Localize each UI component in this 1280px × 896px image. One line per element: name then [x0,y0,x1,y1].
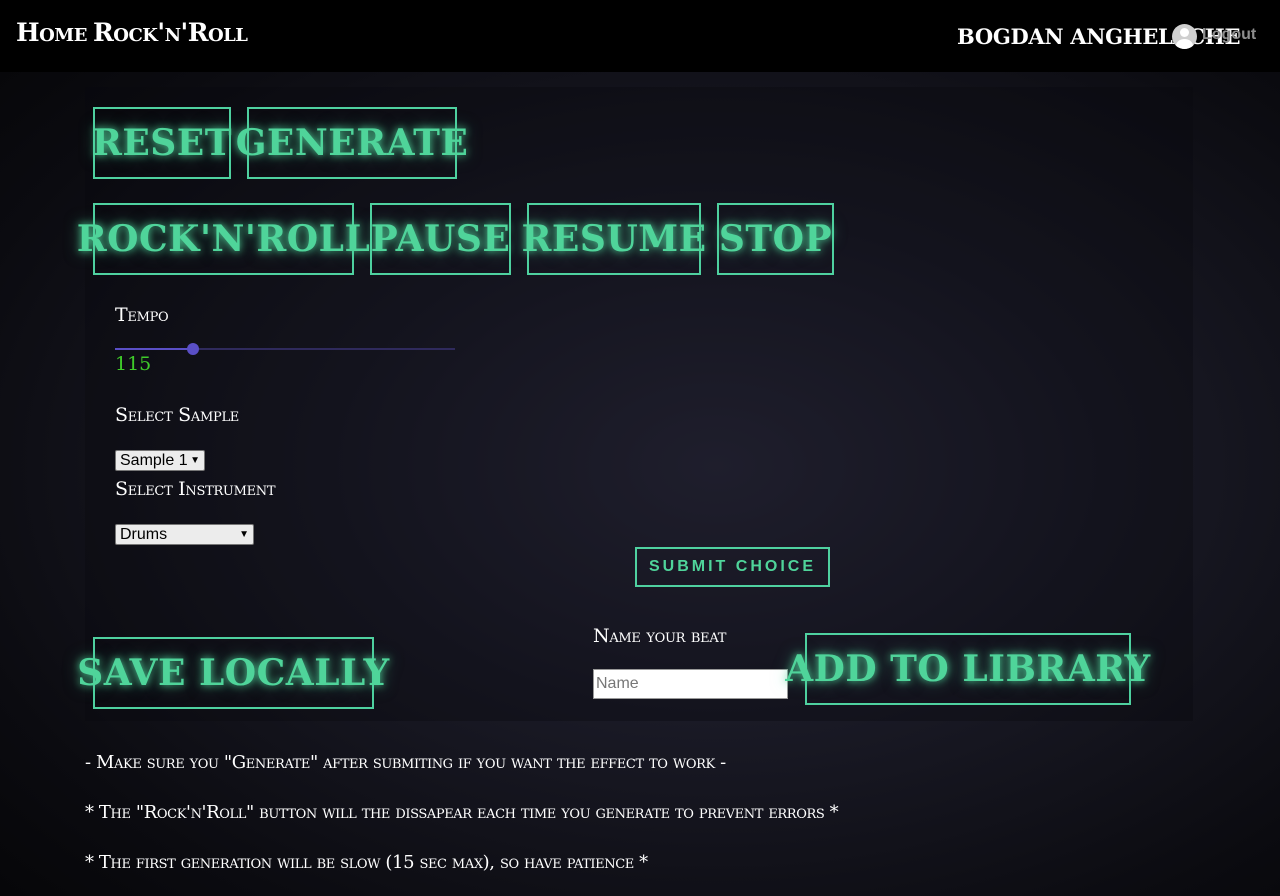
pause-button[interactable]: Pause [370,203,511,275]
top-navbar: Home Rock'n'Roll BOGDAN ANGHELACHE Logou… [0,0,1280,72]
logout-link[interactable]: Logout [1202,26,1256,44]
instrument-label: Select Instrument [115,478,276,500]
add-to-library-button[interactable]: Add to library [785,633,1150,705]
chevron-down-icon: ▼ [239,529,249,540]
tempo-value: 115 [115,353,152,375]
tempo-slider-fill [115,348,194,350]
instrument-select-value: Drums [120,526,168,543]
resume-button[interactable]: Resume [521,203,706,275]
tempo-label: Tempo [115,304,169,326]
reset-button[interactable]: Reset [92,107,232,179]
user-avatar-icon [1172,24,1197,49]
instrument-select[interactable]: Drums ▼ [115,524,254,545]
nav-rocknroll-link[interactable]: Rock'n'Roll [93,18,248,47]
sample-label: Select Sample [115,404,239,426]
name-beat-label: Name your beat [593,625,727,647]
note-rocknroll: * The "Rock'n'Roll" button will the diss… [85,802,839,823]
tempo-slider[interactable] [115,343,455,355]
chevron-down-icon: ▼ [190,455,200,466]
sample-select[interactable]: Sample 1 ▼ [115,450,205,471]
save-locally-button[interactable]: Save locally [77,637,389,709]
note-first-generation: * The first generation will be slow (15 … [85,852,648,873]
nav-home-link[interactable]: Home [16,18,87,47]
stop-button[interactable]: Stop [717,203,834,275]
submit-choice-button[interactable]: SUBMIT CHOICE [635,547,830,587]
note-generate: - Make sure you "Generate" after submiti… [85,752,726,773]
sample-select-value: Sample 1 [120,452,188,469]
rocknroll-button[interactable]: Rock'n'Roll [77,203,370,275]
beat-name-input[interactable] [593,669,788,699]
generate-button[interactable]: Generate [236,107,468,179]
user-name: BOGDAN ANGHELACHE [957,24,1241,49]
